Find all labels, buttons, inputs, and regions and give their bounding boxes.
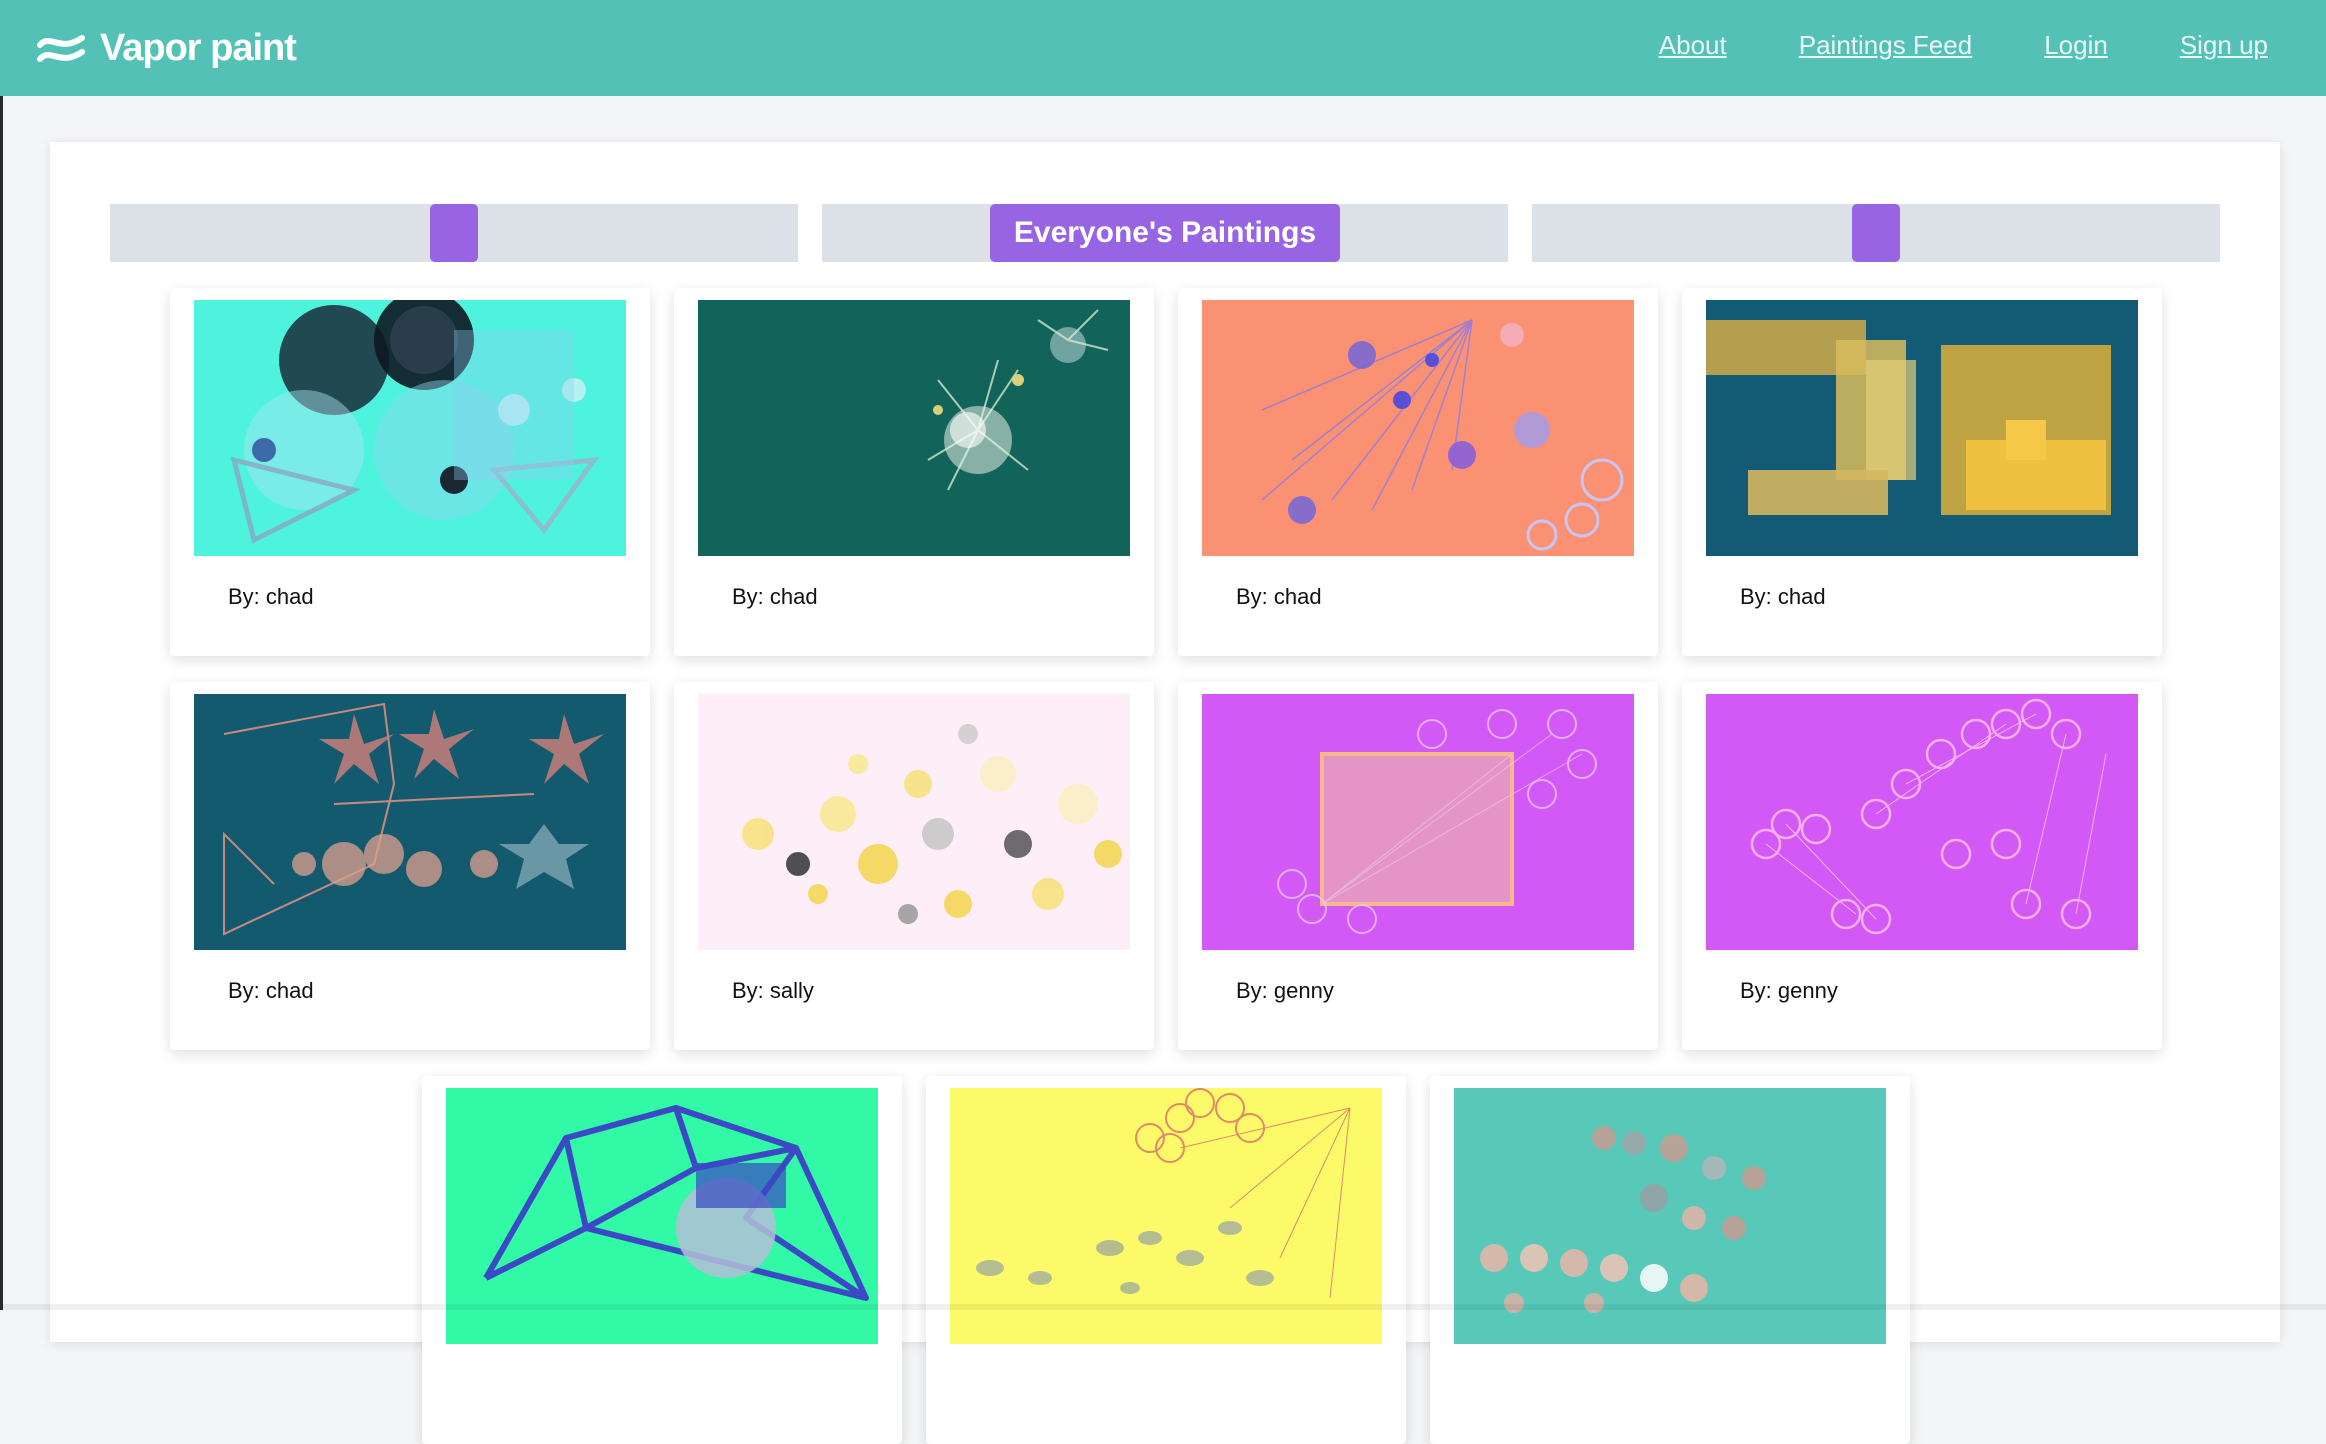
header-left-nub[interactable] [430, 204, 478, 262]
painting-image [1202, 694, 1634, 950]
painting-author: By: chad [1740, 584, 1826, 609]
painting-image [194, 300, 626, 556]
painting-image [194, 694, 626, 950]
painting-author: By: genny [1236, 978, 1334, 1003]
painting-image [698, 694, 1130, 950]
nav-login-link[interactable]: Login [2044, 30, 2108, 61]
nav-about-link[interactable]: About [1659, 30, 1727, 61]
painting-author: By: sally [732, 978, 814, 1003]
painting-image [1706, 694, 2138, 950]
header-right-nub[interactable] [1852, 204, 1900, 262]
painting-image [1706, 300, 2138, 556]
painting-card[interactable]: By: genny [1682, 682, 2162, 1050]
painting-card[interactable]: By: chad [170, 288, 650, 656]
painting-author: By: chad [732, 584, 818, 609]
nav-paintings-feed-link[interactable]: Paintings Feed [1799, 30, 1972, 61]
painting-image [1202, 300, 1634, 556]
feed-title: Everyone's Paintings [990, 204, 1340, 262]
painting-card[interactable] [1430, 1076, 1910, 1444]
painting-card[interactable] [422, 1076, 902, 1444]
feed-header-bar: Everyone's Paintings [110, 204, 2220, 262]
wave-logo-icon [37, 35, 85, 62]
painting-card[interactable]: By: chad [170, 682, 650, 1050]
painting-card[interactable] [926, 1076, 1406, 1444]
painting-card[interactable]: By: chad [1178, 288, 1658, 656]
nav-signup-link[interactable]: Sign up [2180, 30, 2268, 61]
painting-author: By: chad [228, 584, 314, 609]
brand-name: Vapor paint [100, 26, 297, 69]
page-bottom-edge [0, 1304, 2326, 1310]
painting-card[interactable]: By: chad [1682, 288, 2162, 656]
painting-author: By: chad [228, 978, 314, 1003]
painting-author: By: genny [1740, 978, 1838, 1003]
painting-author: By: chad [1236, 584, 1322, 609]
main-nav: About Paintings Feed Login Sign up [1659, 30, 2268, 61]
painting-card[interactable]: By: sally [674, 682, 1154, 1050]
brand[interactable]: Vapor paint [36, 24, 297, 72]
window-edge [0, 96, 3, 1310]
top-navbar: Vapor paint About Paintings Feed Login S… [0, 0, 2326, 96]
painting-card[interactable]: By: genny [1178, 682, 1658, 1050]
painting-card[interactable]: By: chad [674, 288, 1154, 656]
painting-image [698, 300, 1130, 556]
